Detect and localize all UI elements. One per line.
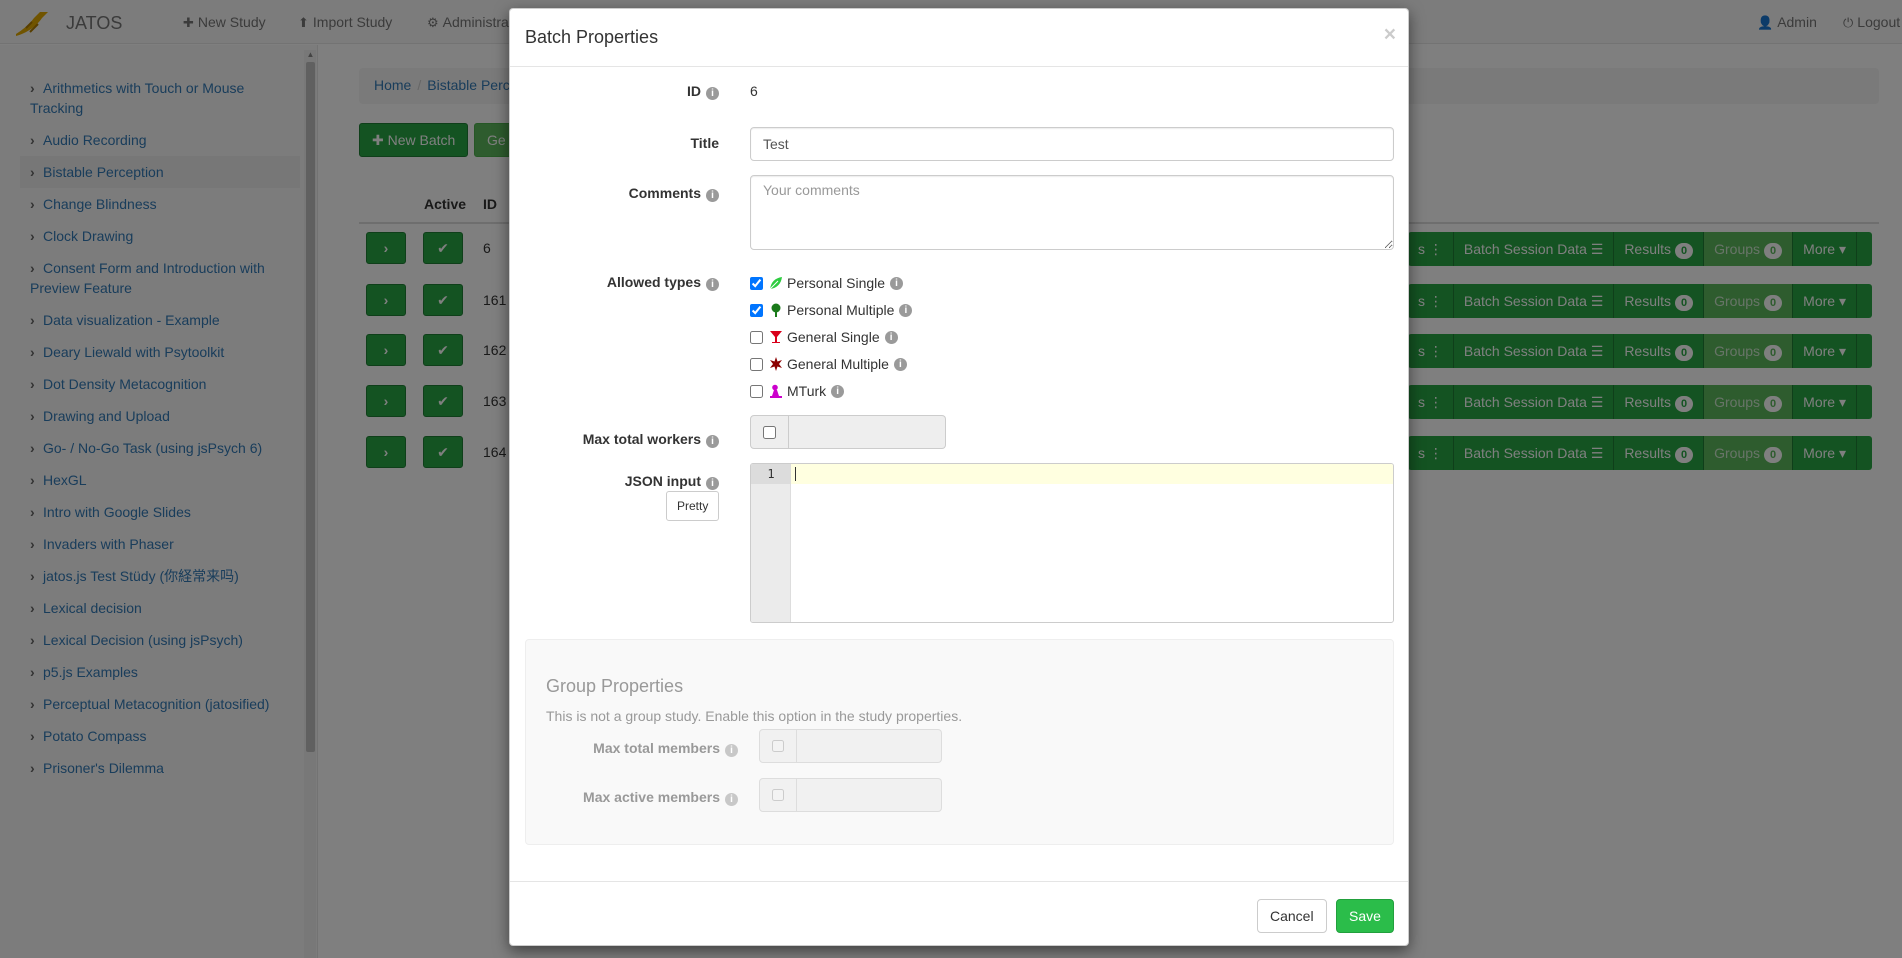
info-icon[interactable]: i [884,330,898,344]
allowed-types-label-text: Allowed types [606,274,701,290]
max-workers-input-group [750,415,946,449]
mturk-checkbox[interactable] [750,384,763,398]
personal-multiple-label: Personal Multiple [787,302,895,318]
max-active-members-label-text: Max active members [583,789,720,805]
active-line-highlight [791,464,1393,484]
max-workers-input[interactable] [789,415,946,449]
group-properties-panel: Group Properties This is not a group stu… [525,639,1394,845]
personal-multiple-checkbox[interactable] [750,303,763,317]
info-icon: i [725,744,738,757]
max-active-members-input [797,778,942,812]
cancel-button[interactable]: Cancel [1257,899,1327,933]
batch-properties-modal: Batch Properties × ID i 6 Title Comments i… [509,8,1409,946]
max-total-members-toggle [759,729,797,763]
personal-single-label: Personal Single [787,275,886,291]
burst-icon [770,357,782,371]
group-properties-note: This is not a group study. Enable this o… [546,708,963,724]
modal-footer: Cancel Save [510,881,1408,945]
max-workers-toggle [750,415,789,449]
editor-gutter [751,464,791,622]
modal-title: Batch Properties [525,27,659,47]
max-total-members-input [797,729,942,763]
info-icon[interactable]: i [893,357,907,371]
max-active-members-toggle [759,778,797,812]
type-personal-single: Personal Single i [750,272,904,294]
json-input-label: JSON input i [625,473,719,490]
type-personal-multiple: Personal Multiple i [750,299,913,321]
info-icon: i [725,793,738,806]
info-icon[interactable]: i [890,276,904,290]
general-multiple-checkbox[interactable] [750,357,763,371]
info-icon[interactable]: i [706,87,719,100]
modal-header: Batch Properties × [510,9,1408,67]
max-active-members-input-group [759,778,942,812]
json-editor[interactable]: 1 [750,463,1394,623]
tree-icon [771,303,781,317]
max-workers-checkbox[interactable] [763,425,776,439]
id-label-text: ID [687,83,701,99]
allowed-types-label: Allowed types i [607,274,719,291]
leaf-icon [769,277,782,290]
info-icon[interactable]: i [706,189,719,202]
comments-label: Comments i [629,185,719,202]
max-total-members-input-group [759,729,942,763]
general-single-checkbox[interactable] [750,330,763,344]
personal-single-checkbox[interactable] [750,276,763,290]
title-input[interactable] [750,127,1394,161]
pawn-icon [770,384,782,398]
id-label: ID i [687,83,719,100]
max-workers-label: Max total workers i [583,431,719,448]
info-icon[interactable]: i [706,278,719,291]
type-mturk: MTurk i [750,380,845,402]
title-label: Title [690,135,719,151]
glass-icon [770,331,782,343]
max-total-members-checkbox [772,740,784,752]
group-properties-title: Group Properties [546,676,684,696]
info-icon[interactable]: i [899,303,913,317]
pretty-button[interactable]: Pretty [666,491,720,521]
close-icon[interactable]: × [1384,23,1396,47]
max-total-members-label-text: Max total members [593,740,720,756]
comments-textarea[interactable] [750,175,1394,250]
mturk-label: MTurk [787,383,827,399]
info-icon[interactable]: i [706,477,719,490]
json-input-label-text: JSON input [624,473,701,489]
info-icon[interactable]: i [706,435,719,448]
id-value: 6 [750,83,758,99]
max-active-members-label: Max active members i [583,789,738,806]
line-number: 1 [751,464,791,484]
max-workers-label-text: Max total workers [582,431,701,447]
type-general-single: General Single i [750,326,898,348]
type-general-multiple: General Multiple i [750,353,907,375]
max-total-members-label: Max total members i [593,740,738,757]
comments-label-text: Comments [628,185,701,201]
info-icon[interactable]: i [831,384,845,398]
save-button[interactable]: Save [1336,899,1394,933]
general-multiple-label: General Multiple [787,356,889,372]
text-cursor [795,467,796,481]
general-single-label: General Single [787,329,880,345]
max-active-members-checkbox [772,789,784,801]
